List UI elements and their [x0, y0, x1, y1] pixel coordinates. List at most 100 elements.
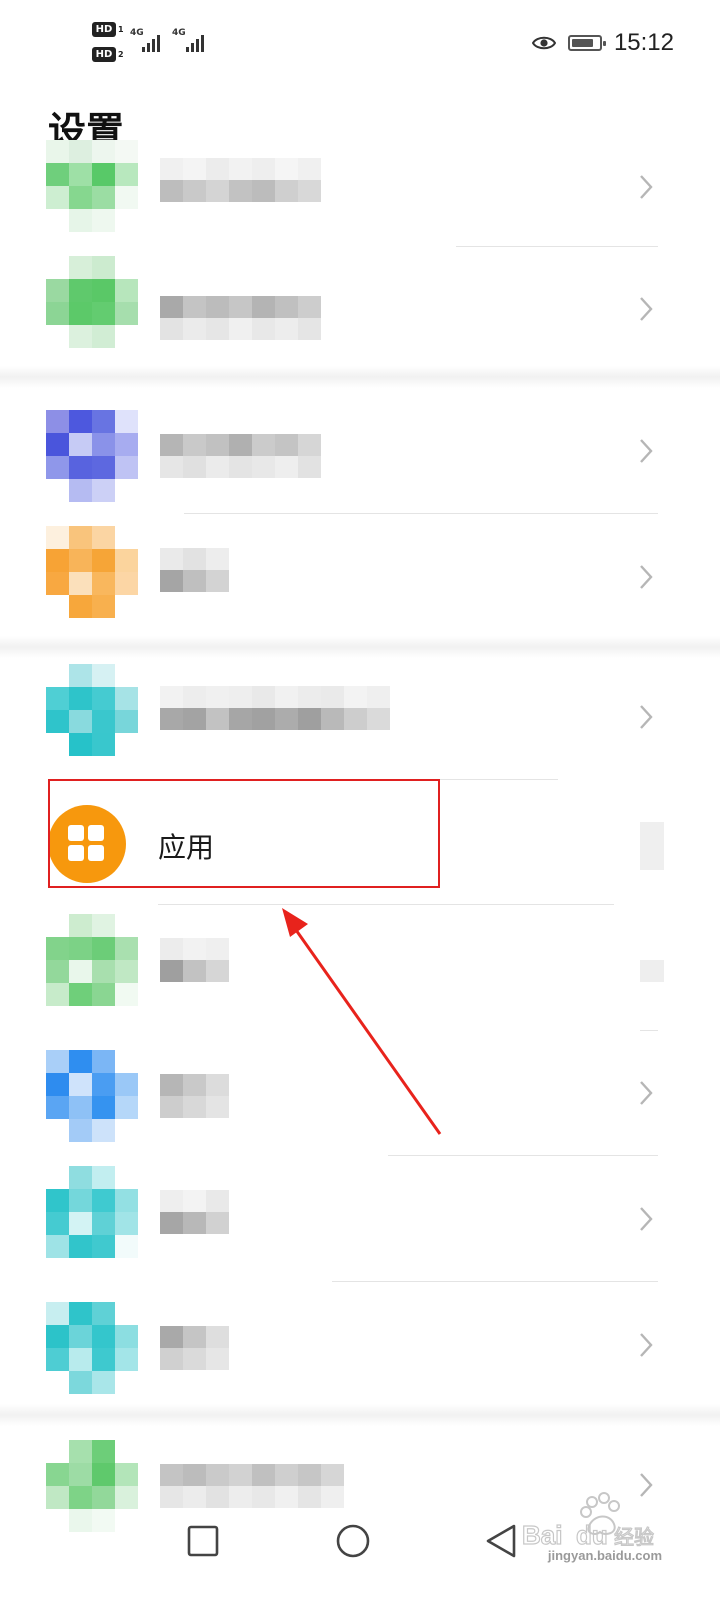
mosaic-cell	[46, 1212, 69, 1235]
mosaic-cell	[252, 686, 275, 708]
mosaic-cell	[115, 710, 138, 733]
mosaic-cell	[92, 256, 115, 279]
mosaic-cell	[69, 325, 92, 348]
mosaic-cell	[115, 1348, 138, 1371]
settings-item[interactable]	[0, 252, 720, 362]
mosaic-cell	[69, 1348, 92, 1371]
mosaic-cell	[183, 1348, 206, 1370]
mosaic-cell	[115, 1073, 138, 1096]
mosaic-cell	[229, 708, 252, 730]
mosaic-cell	[160, 1212, 183, 1234]
mosaic-cell	[115, 937, 138, 960]
section-gap	[0, 1404, 720, 1426]
mosaic-cell	[46, 1440, 69, 1463]
mosaic-cell	[115, 595, 138, 618]
recents-square-icon[interactable]	[172, 1510, 232, 1570]
mosaic-cell	[92, 960, 115, 983]
chevron-right-icon	[640, 439, 653, 463]
mosaic-cell	[115, 163, 138, 186]
home-circle-icon[interactable]	[322, 1510, 382, 1570]
svg-text:Bai: Bai	[522, 1520, 562, 1550]
mosaic-cell	[46, 572, 69, 595]
mosaic-cell	[46, 186, 69, 209]
mosaic-cell	[92, 914, 115, 937]
mosaic-cell	[46, 914, 69, 937]
settings-item[interactable]	[0, 1160, 720, 1280]
mosaic-cell	[321, 708, 344, 730]
mosaic-cell	[115, 1119, 138, 1142]
chevron-right-icon	[640, 1207, 653, 1231]
eye-icon	[531, 36, 556, 50]
mosaic-cell	[321, 1464, 344, 1486]
mosaic-cell	[183, 180, 206, 202]
battery-icon	[567, 35, 606, 51]
mosaic-cell	[92, 1189, 115, 1212]
battery-fill	[571, 39, 593, 47]
mosaic-cell	[92, 325, 115, 348]
settings-item[interactable]	[0, 1290, 720, 1402]
mosaic-cell	[229, 296, 252, 318]
mosaic-cell	[69, 1302, 92, 1325]
mosaic-cell	[46, 664, 69, 687]
mosaic-cell	[46, 1189, 69, 1212]
mosaic-cell	[367, 708, 390, 730]
mosaic-cell	[115, 479, 138, 502]
mosaic-cell	[92, 163, 115, 186]
mosaic-cell	[321, 686, 344, 708]
mosaic-cell	[92, 733, 115, 756]
mosaic-cell	[160, 1096, 183, 1118]
mosaic-cell	[46, 410, 69, 433]
mosaic-cell	[275, 708, 298, 730]
mosaic-cell	[206, 686, 229, 708]
settings-item[interactable]	[0, 1040, 720, 1154]
mosaic-cell	[183, 1074, 206, 1096]
list-item-label-obscured	[160, 938, 229, 982]
chevron-right-icon	[640, 705, 653, 729]
settings-item[interactable]	[0, 140, 720, 246]
mosaic-cell	[252, 434, 275, 456]
settings-item[interactable]	[0, 660, 720, 778]
mosaic-cell	[275, 686, 298, 708]
mosaic-cell	[69, 914, 92, 937]
settings-item[interactable]	[0, 518, 720, 634]
mosaic-cell	[183, 296, 206, 318]
mosaic-cell	[298, 158, 321, 180]
mosaic-cell	[252, 296, 275, 318]
mosaic-cell	[92, 479, 115, 502]
settings-item[interactable]	[0, 908, 720, 1028]
blurred-teal-icon	[46, 1166, 138, 1258]
blurred-orange-icon	[46, 526, 138, 618]
mosaic-cell	[69, 526, 92, 549]
mosaic-cell	[183, 686, 206, 708]
mosaic-cell	[206, 434, 229, 456]
list-item-label-obscured	[160, 686, 390, 730]
mosaic-cell	[69, 687, 92, 710]
sim2-hd-badge: HD 2	[92, 47, 124, 62]
chevron-right-icon	[640, 565, 653, 589]
mosaic-cell	[92, 456, 115, 479]
mosaic-cell	[69, 433, 92, 456]
mosaic-cell	[115, 140, 138, 163]
mosaic-cell	[252, 318, 275, 340]
list-item-label-obscured	[160, 434, 321, 478]
settings-item[interactable]	[0, 400, 720, 512]
mosaic-cell	[69, 256, 92, 279]
mosaic-cell	[367, 686, 390, 708]
signal-icon	[186, 34, 204, 52]
mosaic-cell	[69, 983, 92, 1006]
mosaic-cell	[115, 256, 138, 279]
mosaic-cell	[69, 279, 92, 302]
mosaic-cell	[160, 296, 183, 318]
mosaic-cell	[46, 1050, 69, 1073]
mosaic-cell	[46, 1096, 69, 1119]
mosaic-cell	[69, 163, 92, 186]
chevron-right-icon	[640, 297, 653, 321]
mosaic-cell	[115, 186, 138, 209]
chevron-right-icon	[640, 175, 653, 199]
divider	[388, 1155, 658, 1156]
mosaic-cell	[115, 1302, 138, 1325]
section-gap	[0, 636, 720, 658]
mosaic-cell	[46, 983, 69, 1006]
mosaic-cell	[115, 325, 138, 348]
mosaic-cell	[275, 318, 298, 340]
